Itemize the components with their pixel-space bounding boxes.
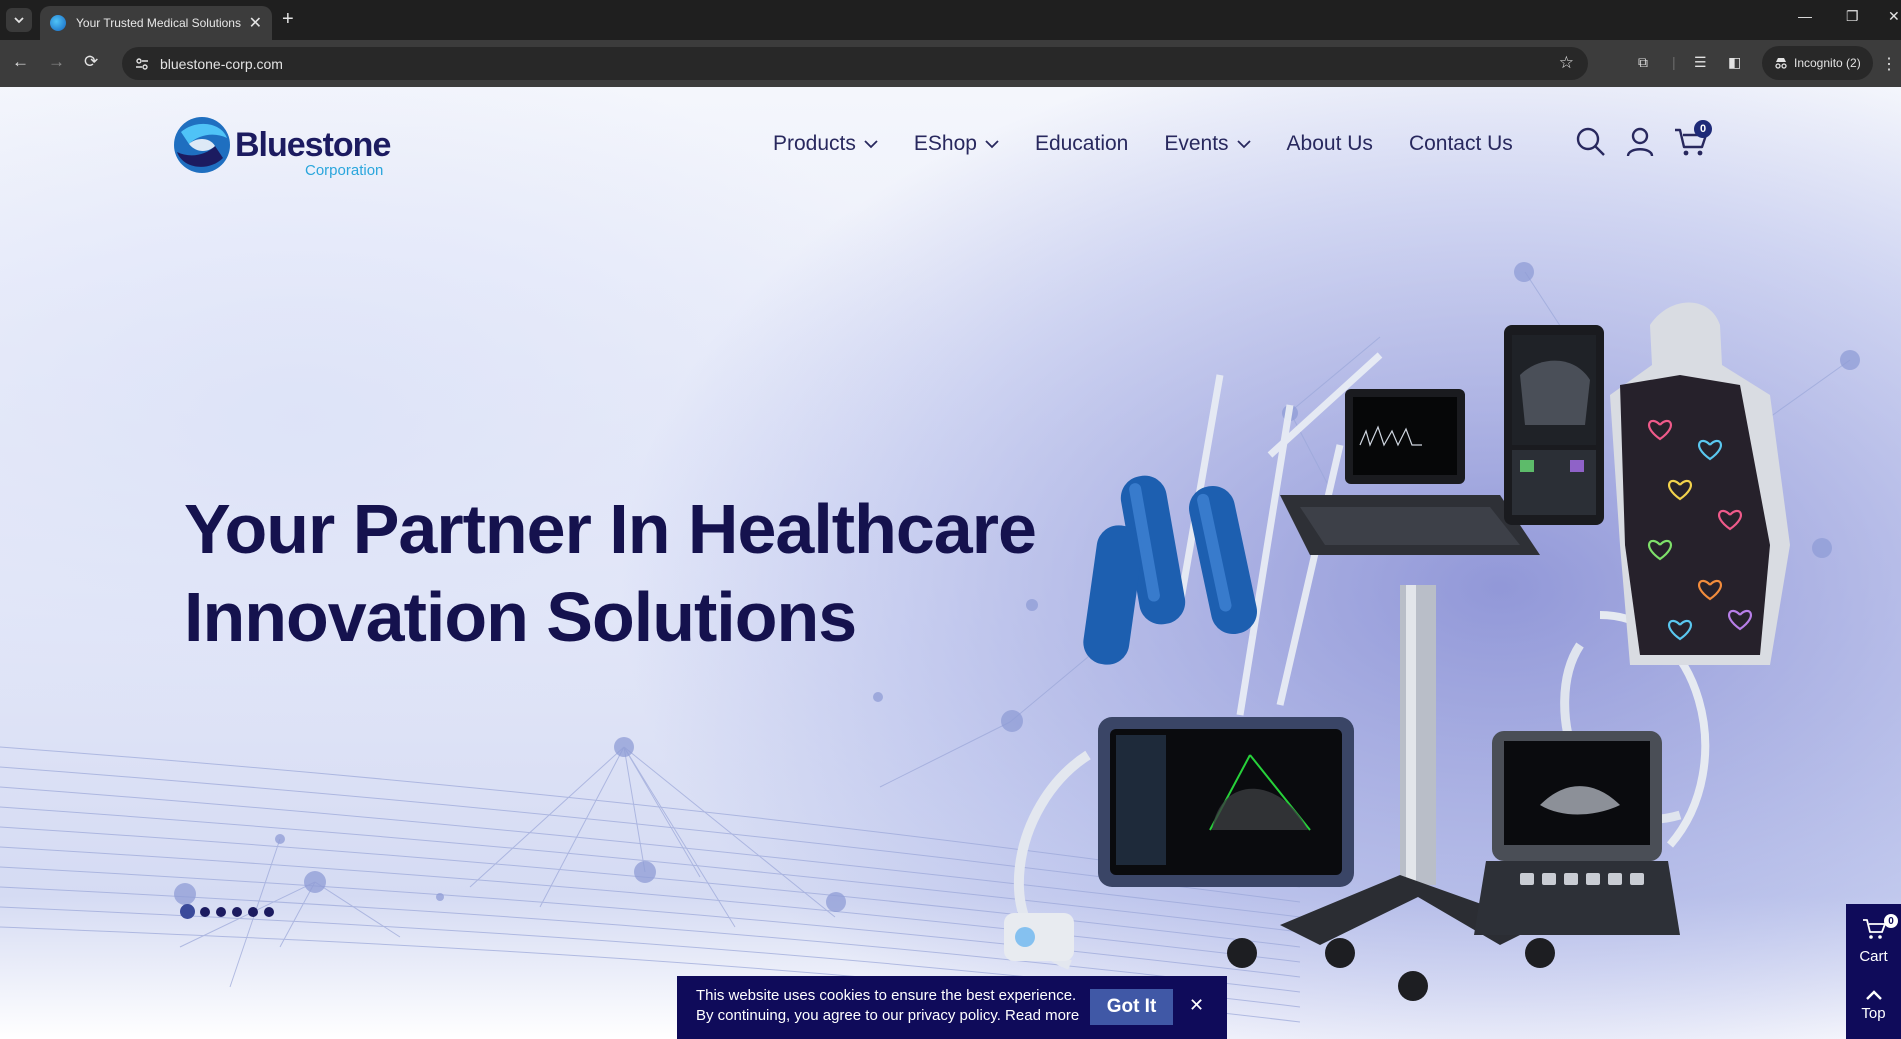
back-to-top-button[interactable]: Top <box>1846 984 1901 1039</box>
hero-medical-devices-image <box>1004 302 1790 1001</box>
forward-icon[interactable]: → <box>48 52 65 72</box>
cookie-accept-button[interactable]: Got It <box>1090 989 1173 1025</box>
favicon-icon <box>50 15 66 31</box>
hero-headline-line1: Your Partner In Healthcare <box>184 490 1037 568</box>
nav-item-eshop[interactable]: EShop <box>914 132 999 156</box>
side-cart-count-badge: 0 <box>1884 914 1898 928</box>
chevron-down-icon <box>1236 139 1251 148</box>
main-navigation: Products EShop Education Events About Us… <box>773 129 1549 159</box>
browser-toolbar: ← → ⟳ bluestone-corp.com ☆ ⧉ | ☰ ◧ Incog… <box>0 40 1901 87</box>
bluestone-logo[interactable]: Bluestone Corporation <box>171 114 401 180</box>
extensions-icon[interactable]: ⧉ <box>1638 54 1648 71</box>
cookie-message-line1: This website uses cookies to ensure the … <box>696 987 1077 1004</box>
nav-item-education[interactable]: Education <box>1035 132 1128 156</box>
chevron-down-icon <box>985 139 999 148</box>
side-cart-label: Cart <box>1859 948 1888 965</box>
incognito-icon <box>1775 58 1787 69</box>
cookie-message: This website uses cookies to ensure the … <box>696 986 1086 1026</box>
incognito-label: Incognito (2) <box>1794 56 1861 70</box>
nav-item-label: Events <box>1164 132 1229 155</box>
url-text: bluestone-corp.com <box>160 55 283 72</box>
cookie-consent-bar: This website uses cookies to ensure the … <box>677 976 1227 1039</box>
toolbar-divider: | <box>1672 54 1676 70</box>
window-close-icon[interactable]: ✕ <box>1888 8 1900 25</box>
incognito-indicator[interactable]: Incognito (2) <box>1762 46 1873 80</box>
close-icon[interactable]: ✕ <box>1189 994 1204 1016</box>
user-icon[interactable] <box>1626 127 1654 157</box>
site-info-icon[interactable] <box>134 56 150 72</box>
brand-subtitle: Corporation <box>305 162 384 179</box>
hero-headline: Your Partner In Healthcare Innovation So… <box>184 485 1064 661</box>
nav-item-label: Education <box>1034 132 1129 155</box>
slider-dot[interactable] <box>200 906 210 917</box>
cart-icon <box>1863 919 1886 939</box>
nav-item-label: Contact Us <box>1408 132 1513 155</box>
restore-icon[interactable]: ❐ <box>1846 8 1859 25</box>
floating-side-panel: 0 Cart Top <box>1846 904 1901 1039</box>
slider-dot[interactable] <box>264 906 274 917</box>
nav-item-contact-us[interactable]: Contact Us <box>1409 132 1513 156</box>
nav-item-label: Products <box>773 132 856 155</box>
tab-search-button[interactable] <box>6 8 32 32</box>
search-icon[interactable] <box>1576 127 1606 157</box>
slider-dot[interactable] <box>232 906 242 917</box>
reload-icon[interactable]: ⟳ <box>84 52 98 72</box>
nav-item-products[interactable]: Products <box>773 132 878 156</box>
address-bar[interactable]: bluestone-corp.com ☆ <box>122 47 1588 80</box>
reading-list-icon[interactable]: ☰ <box>1694 54 1707 71</box>
hero-headline-line2: Innovation Solutions <box>184 578 857 656</box>
back-icon[interactable]: ← <box>12 52 29 72</box>
brand-name: Bluestone <box>235 126 391 164</box>
side-panel-icon[interactable]: ◧ <box>1728 54 1741 71</box>
cookie-message-line2[interactable]: By continuing, you agree to our privacy … <box>696 1007 1079 1024</box>
browser-tabstrip: Your Trusted Medical Solutions ✕ + — ❐ ✕ <box>0 0 1901 40</box>
new-tab-button[interactable]: + <box>282 8 294 30</box>
nav-item-label: EShop <box>913 132 977 155</box>
bluestone-logo-mark-icon <box>174 117 230 173</box>
chevron-down-icon <box>864 139 878 148</box>
slider-pagination <box>180 904 280 919</box>
nav-item-label: About Us <box>1286 132 1373 155</box>
browser-tab[interactable]: Your Trusted Medical Solutions ✕ <box>40 6 272 40</box>
bookmark-star-icon[interactable]: ☆ <box>1559 53 1574 73</box>
cart-count-badge: 0 <box>1694 120 1712 138</box>
arrow-up-icon <box>1866 990 1882 1000</box>
nav-item-about-us[interactable]: About Us <box>1287 132 1373 156</box>
tab-close-icon[interactable]: ✕ <box>249 13 262 33</box>
slider-dot[interactable] <box>180 904 195 919</box>
minimize-icon[interactable]: — <box>1798 8 1812 24</box>
web-page: Bluestone Corporation Products EShop Edu… <box>0 87 1901 1039</box>
side-cart-button[interactable]: 0 Cart <box>1846 904 1901 972</box>
chevron-down-icon <box>14 16 24 23</box>
menu-kebab-icon[interactable]: ⋮ <box>1881 54 1897 74</box>
nav-item-events[interactable]: Events <box>1164 132 1251 156</box>
slider-dot[interactable] <box>216 906 226 917</box>
slider-dot[interactable] <box>248 906 258 917</box>
tab-title: Your Trusted Medical Solutions <box>76 16 241 30</box>
back-to-top-label: Top <box>1861 1005 1886 1022</box>
